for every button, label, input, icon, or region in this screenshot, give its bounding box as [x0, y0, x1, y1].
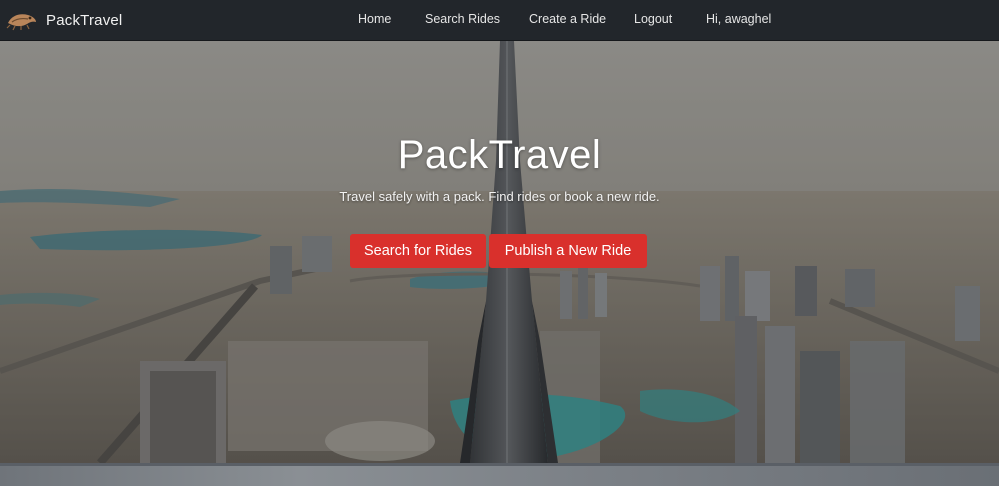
nav-logout-link[interactable]: Logout [634, 12, 672, 26]
search-for-rides-button[interactable]: Search for Rides [350, 234, 486, 268]
top-navbar: PackTravel Home Search Rides Create a Ri… [0, 0, 999, 41]
nav-user-greeting[interactable]: Hi, awaghel [706, 12, 771, 26]
hero-title: PackTravel [397, 133, 602, 177]
brand-name: PackTravel [46, 11, 123, 29]
hero-section: PackTravel Travel safely with a pack. Fi… [0, 41, 999, 463]
publish-new-ride-button[interactable]: Publish a New Ride [489, 234, 647, 268]
next-section-preview [0, 463, 999, 486]
next-section-image [0, 466, 999, 486]
nav-home-link[interactable]: Home [358, 12, 391, 26]
nav-create-ride-link[interactable]: Create a Ride [529, 12, 606, 26]
brand-link[interactable]: PackTravel [6, 7, 122, 33]
nav-search-rides-link[interactable]: Search Rides [425, 12, 500, 26]
packtravel-logo-icon [6, 14, 36, 31]
hero-subtitle: Travel safely with a pack. Find rides or… [339, 189, 660, 204]
